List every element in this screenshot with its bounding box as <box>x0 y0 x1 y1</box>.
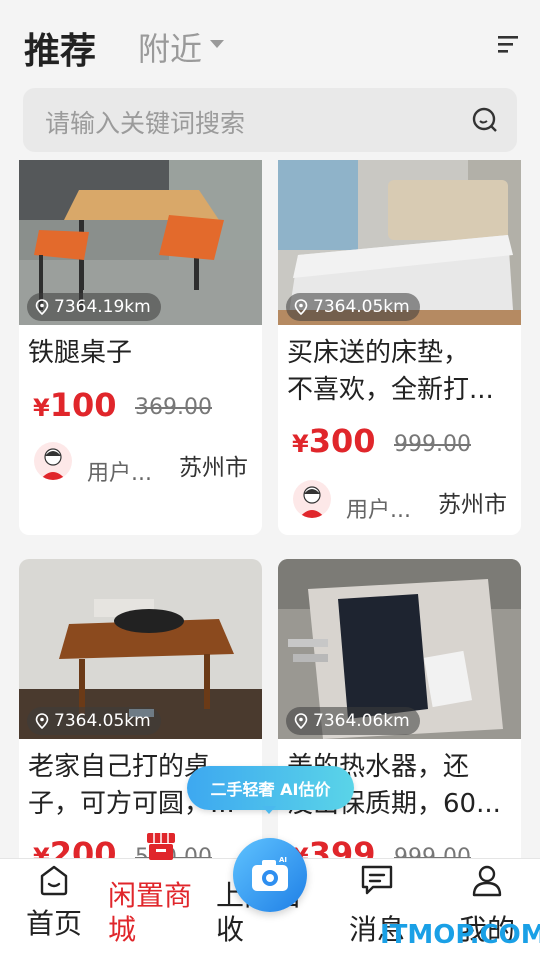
search-bar[interactable]: 请输入关键词搜索 <box>23 88 517 152</box>
search-input[interactable]: 请输入关键词搜索 <box>45 104 245 140</box>
distance-text: 7364.05km <box>54 711 151 731</box>
product-title: 铁腿桌子 <box>28 338 133 368</box>
camera-button[interactable]: AI <box>233 838 307 912</box>
distance-text: 7364.19km <box>54 297 151 317</box>
location-pin-icon <box>294 713 308 729</box>
location-pin-icon <box>35 299 49 315</box>
nav-mall-label-line2: 城 <box>108 913 137 946</box>
product-price: ¥100 <box>33 386 117 424</box>
city: 苏州市 <box>179 455 248 481</box>
distance-text: 7364.05km <box>313 297 410 317</box>
badge-pointer <box>262 806 276 814</box>
product-card[interactable]: 7364.19km 铁腿桌子 ¥100 369.00 用户... 苏州市 <box>19 130 262 535</box>
nav-mall-label-line1: 闲置商 <box>108 879 193 912</box>
product-title: 买床送的床垫， 不喜欢，全新打... <box>287 335 515 409</box>
location-pin-icon <box>294 299 308 315</box>
title-line: 不喜欢，全新打... <box>287 375 494 405</box>
watermark: ITMOP.COM <box>380 920 540 950</box>
distance-badge: 7364.06km <box>286 707 420 735</box>
distance-badge: 7364.19km <box>27 293 161 321</box>
sort-filter-icon[interactable] <box>498 34 520 54</box>
city: 苏州市 <box>438 492 507 518</box>
tab-nearby[interactable]: 附近 <box>138 24 202 70</box>
user-icon <box>472 865 502 897</box>
product-card[interactable]: 7364.05km 老家自己打的桌 子，可方可圆，... ¥200 500.00 <box>19 559 262 879</box>
product-card[interactable]: 7364.06km 美的热水器，还 没出保质期，60... ¥399 999.0… <box>278 559 521 879</box>
original-price: 999.00 <box>394 432 471 457</box>
distance-badge: 7364.05km <box>27 707 161 735</box>
avatar <box>34 442 72 480</box>
nav-mall[interactable]: 闲置商 城 <box>108 833 198 947</box>
avatar <box>293 480 331 518</box>
caret-down-icon[interactable] <box>210 40 224 48</box>
home-icon <box>40 865 68 896</box>
camera-icon: AI <box>252 856 288 891</box>
product-price: ¥300 <box>292 422 376 460</box>
tab-recommend[interactable]: 推荐 <box>24 22 96 74</box>
nav-home[interactable]: 首页 <box>24 859 84 941</box>
username: 用户... <box>87 461 152 486</box>
shop-icon <box>147 833 175 860</box>
nav-home-label: 首页 <box>25 907 82 940</box>
title-line: 买床送的床垫， <box>287 338 470 368</box>
search-icon[interactable] <box>471 106 499 134</box>
original-price: 369.00 <box>135 395 212 420</box>
message-icon <box>361 865 393 895</box>
ai-valuation-badge[interactable]: 二手轻奢 AI估价 <box>187 766 354 810</box>
distance-badge: 7364.05km <box>286 293 420 321</box>
svg-text:AI: AI <box>279 856 287 864</box>
nav-recycle-label-line2: 收 <box>216 913 245 946</box>
product-card[interactable]: 7364.05km 买床送的床垫， 不喜欢，全新打... ¥300 999.00… <box>278 130 521 535</box>
header: 推荐 附近 请输入关键词搜索 <box>0 0 540 160</box>
username: 用户... <box>346 498 411 523</box>
distance-text: 7364.06km <box>313 711 410 731</box>
location-pin-icon <box>35 713 49 729</box>
